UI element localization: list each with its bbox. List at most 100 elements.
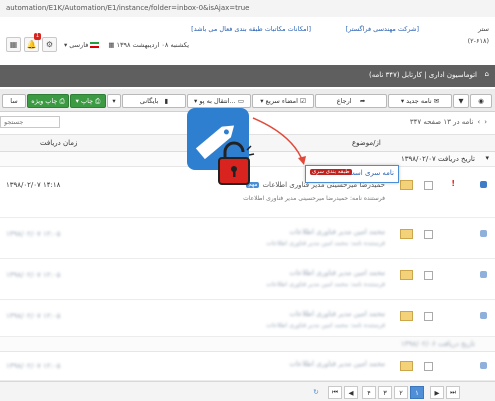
- system-notice: [امکانات مکاتبات طبقه بندی فعال می باشد]: [191, 25, 311, 33]
- row-checkbox[interactable]: [424, 230, 433, 239]
- print-icon-2: ⎙: [95, 96, 101, 105]
- user-name[interactable]: ستر: [478, 25, 489, 33]
- print-icon: ⎙: [59, 96, 65, 105]
- toolbar-dropdown[interactable]: ▾: [107, 94, 121, 108]
- classification-badge: طبقه بندی سری: [310, 169, 352, 175]
- count-text: ۳۴۷ نامه در ۱۳ صفحه: [409, 118, 474, 126]
- filter-button[interactable]: ▼: [453, 94, 469, 108]
- table-row[interactable]: محمد امین مدیر فناوری اطلاعات فرستنده نا…: [0, 218, 495, 259]
- envelope-icon-5: [400, 361, 413, 371]
- share-icon: ➦: [359, 97, 366, 105]
- module-nav-bar: اتوماسیون اداری | کارتابل (۳۴۷ نامه) ⌂: [0, 65, 495, 87]
- view-button[interactable]: ◉: [470, 94, 492, 108]
- row-title: محمد امین مدیر فناوری اطلاعات: [289, 360, 385, 368]
- archive-label: بایگانی: [139, 97, 159, 105]
- print-dropdown-icon: ▾: [75, 97, 79, 105]
- next-page-button[interactable]: ▶: [430, 386, 444, 399]
- tooltip-text: نامه سری است: [348, 169, 394, 177]
- refresh-icon[interactable]: ↻: [310, 386, 322, 397]
- plus-icon[interactable]: [480, 271, 487, 278]
- row-time: ۱۳۹۸/۰۲/۰۷ ۱۲:۰۵: [6, 362, 61, 370]
- envelope-icon-4: [400, 311, 413, 321]
- classification-tooltip: نامه سری است طبقه بندی سری: [305, 165, 399, 183]
- table-row[interactable]: محمد امین مدیر فناوری اطلاعات ۱۳۹۸/۰۲/۰۷…: [0, 352, 495, 381]
- sitemap-icon[interactable]: ⚙: [42, 37, 57, 52]
- date-display: ▦ یکشنبه ۰۸ اردیبهشت ۱۳۹۸: [108, 41, 189, 49]
- grid-icon[interactable]: ▦: [6, 37, 21, 52]
- language-label: فارسی: [69, 40, 89, 49]
- pointer-arrow: [252, 117, 304, 163]
- row-checkbox[interactable]: [424, 181, 433, 190]
- group-header[interactable]: تاریخ دریافت ۱۳۹۸/۰۲/۰۶: [0, 337, 495, 352]
- page-button[interactable]: ۲: [394, 386, 408, 399]
- notification-badge: 1: [33, 33, 41, 40]
- col-from-subject[interactable]: از/موضوع: [352, 139, 381, 147]
- print-button[interactable]: ▾ چاپ ⎙: [70, 94, 106, 108]
- plus-icon[interactable]: [480, 362, 487, 369]
- company-name[interactable]: [شرکت مهندسی فراگستر]: [346, 25, 419, 33]
- special-print-button[interactable]: چاپ ویژه ⎙: [27, 94, 69, 108]
- row-time: ۱۳۹۸/۰۲/۰۷ ۱۲:۰۵: [6, 312, 61, 320]
- row-time: ۱۳۹۸/۰۲/۰۷ ۱۲:۰۵: [6, 271, 61, 279]
- row-title: محمد امین مدیر فناوری اطلاعات: [289, 269, 385, 277]
- url-text: automation/E1K/Automation/E1/instance/fo…: [6, 4, 250, 12]
- important-icon: !: [451, 179, 455, 188]
- chevron-down-icon-3: ▾: [485, 154, 489, 162]
- new-letter-label: نامه جدید: [406, 97, 432, 105]
- envelope-icon-3: [400, 270, 413, 280]
- eye-icon: ◉: [478, 97, 484, 105]
- chevron-down-icon-2: ▾: [112, 97, 116, 105]
- plus-icon[interactable]: [480, 181, 487, 188]
- breadcrumb[interactable]: اتوماسیون اداری | کارتابل (۳۴۷ نامه): [369, 71, 477, 79]
- prev-page-button[interactable]: ◀: [344, 386, 358, 399]
- row-checkbox[interactable]: [424, 362, 433, 371]
- search-input[interactable]: [0, 116, 60, 128]
- row-sender: فرستنده نامه: محمد امین مدیر فناوری اطلا…: [266, 240, 385, 247]
- row-time: ۱۳۹۸/۰۲/۰۷ ۱۲:۰۵: [6, 230, 61, 238]
- row-sender: فرستنده نامه: محمد امین مدیر فناوری اطلا…: [266, 281, 385, 288]
- more-label: سا: [10, 97, 18, 105]
- print-label: چاپ: [80, 97, 94, 105]
- forward-label: ارجاع: [336, 97, 352, 105]
- calendar-icon: ▦: [108, 40, 115, 49]
- home-icon[interactable]: ⌂: [485, 70, 489, 78]
- col-received-date[interactable]: زمان دریافت: [40, 139, 77, 147]
- table-row[interactable]: محمد امین مدیر فناوری اطلاعات فرستنده نا…: [0, 300, 495, 337]
- table-row[interactable]: محمد امین مدیر فناوری اطلاعات فرستنده نا…: [0, 259, 495, 300]
- row-time: ۱۳۹۸/۰۲/۰۷ ۱۴:۱۸: [6, 181, 61, 189]
- special-print-label: چاپ ویژه: [31, 97, 58, 105]
- user-code: (۲-۶۱۸): [467, 37, 489, 45]
- pagination-bar: ↻ ⏮ ◀ ۴ ۳ ۲ ۱ ▶ ⏭: [0, 381, 495, 401]
- bell-icon[interactable]: 🔔 1: [24, 33, 41, 52]
- iran-flag-icon: [90, 41, 100, 48]
- page-button[interactable]: ۴: [362, 386, 376, 399]
- new-dropdown-icon: ▾: [400, 97, 405, 105]
- envelope-icon: ✉: [433, 97, 440, 105]
- chevron-left-icon[interactable]: ‹: [477, 118, 480, 126]
- date-label: یکشنبه ۰۸ اردیبهشت ۱۳۹۸: [116, 40, 190, 49]
- address-bar[interactable]: automation/E1K/Automation/E1/instance/fo…: [0, 0, 495, 18]
- row-checkbox[interactable]: [424, 312, 433, 321]
- forward-button[interactable]: ارجاع ➦: [315, 94, 387, 108]
- chevron-down-icon: ▾: [64, 40, 68, 49]
- language-selector[interactable]: ▾ فارسی: [64, 40, 100, 49]
- plus-icon[interactable]: [480, 312, 487, 319]
- envelope-icon-2: [400, 229, 413, 239]
- row-title: محمد امین مدیر فناوری اطلاعات: [289, 228, 385, 236]
- group-label: تاریخ دریافت ۱۳۹۸/۰۲/۰۶: [401, 340, 475, 348]
- last-page-button[interactable]: ⏭: [446, 386, 460, 399]
- row-sender: فرستنده نامه: محمد امین مدیر فناوری اطلا…: [266, 322, 385, 329]
- secret-label-illustration: [187, 108, 306, 185]
- chevron-right-icon[interactable]: ›: [484, 118, 487, 126]
- app-header: ستر (۲-۶۱۸) [شرکت مهندسی فراگستر] [امکان…: [0, 17, 495, 66]
- arrow-head: [298, 156, 306, 165]
- page-button[interactable]: ۳: [378, 386, 392, 399]
- current-page-button[interactable]: ۱: [410, 386, 424, 399]
- first-page-button[interactable]: ⏮: [328, 386, 342, 399]
- envelope-open-icon: [400, 180, 413, 190]
- more-button[interactable]: سا: [2, 94, 26, 108]
- row-checkbox[interactable]: [424, 271, 433, 280]
- plus-icon[interactable]: [480, 230, 487, 237]
- new-letter-button[interactable]: ▾ نامه جدید ✉: [388, 94, 452, 108]
- filter-icon: ▼: [458, 97, 464, 105]
